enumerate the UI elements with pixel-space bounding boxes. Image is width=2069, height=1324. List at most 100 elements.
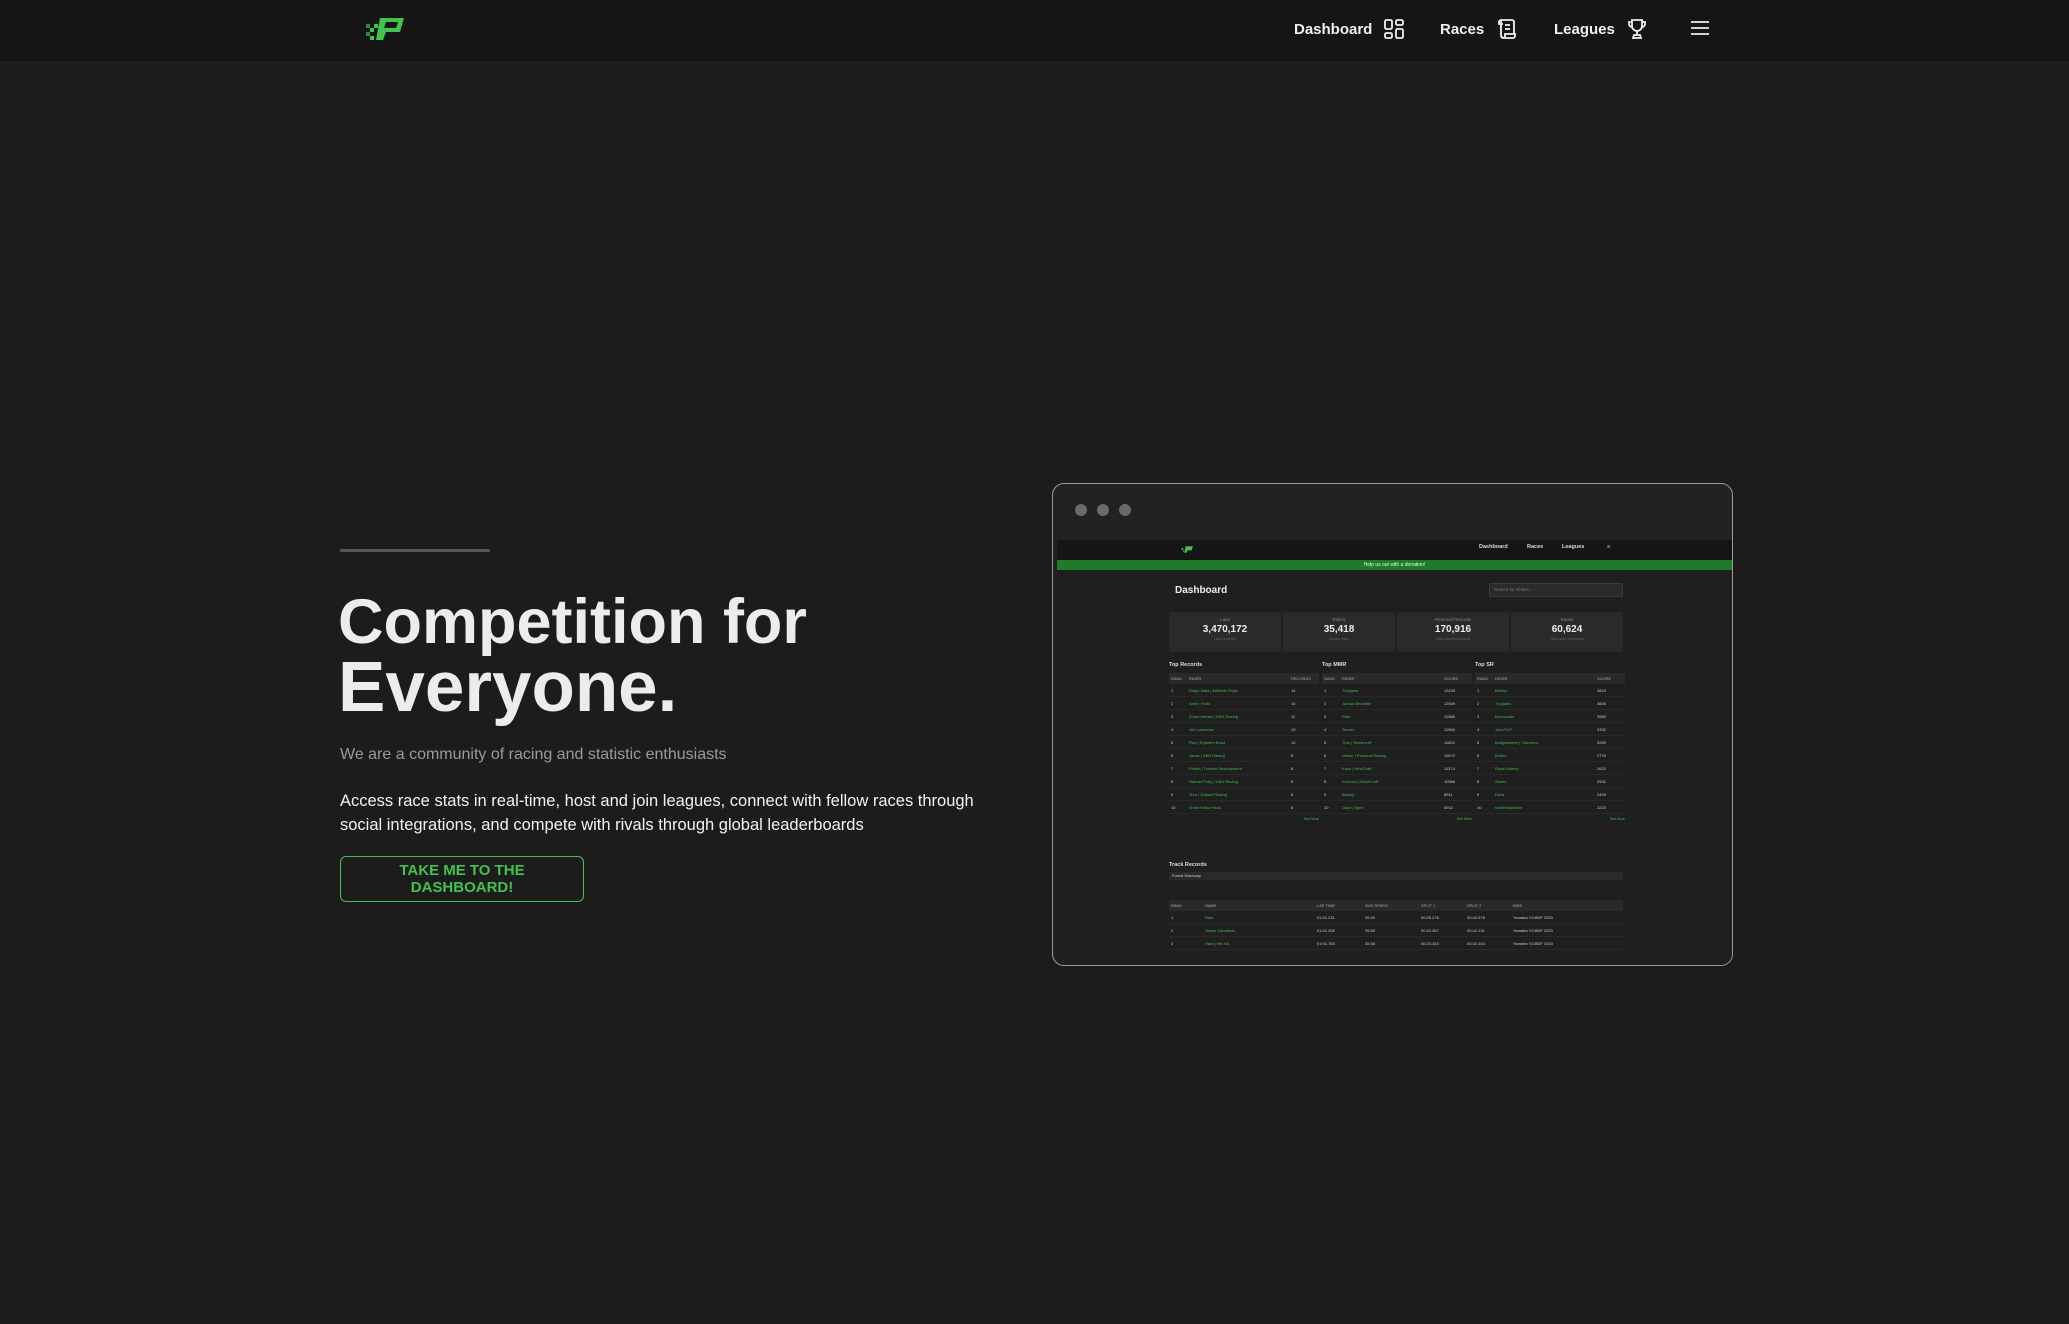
row-value: 11988 (1444, 713, 1455, 719)
preview-table-header: RANK RIDER RECORDS (1169, 673, 1319, 684)
preview-table-header: RANK RIDER SCORE (1475, 673, 1625, 684)
row-value: 8 (1291, 765, 1294, 771)
table-row: 4 Tanner 11984 (1322, 723, 1472, 736)
row-value: 8 (1291, 752, 1294, 758)
hero-title-line1: Competition for (338, 587, 807, 657)
row-value: 11 (1291, 713, 1296, 719)
table-row: 4 Jack2047 3332 (1475, 723, 1625, 736)
row-rank: 5 (1171, 739, 1174, 745)
table-row: 8 Nathan Petry | LMG Racing 8 (1169, 775, 1319, 788)
preview-nav-dashboard: Dashboard (1479, 544, 1508, 550)
preview-table-title: Top SR (1475, 662, 1494, 668)
nav-leagues-label: Leagues (1554, 20, 1615, 38)
table-row: 5 Pica | Eystrem Brust 10 (1169, 736, 1319, 749)
hamburger-menu-icon[interactable] (1690, 18, 1710, 38)
preview-table-title: Top Records (1169, 662, 1203, 668)
table-row: 10 Dave | Apex 8912 (1322, 801, 1472, 814)
track-cell: 00:42.578 (1467, 914, 1485, 920)
row-rank: 1 (1171, 687, 1174, 693)
table-row: 6 Jacob | SBR Racing 8 (1169, 749, 1319, 762)
track-cell: 35.56 (1365, 940, 1376, 946)
table-row: 10 shelifettuclimbe 2223 (1475, 801, 1625, 814)
dashboard-grid-icon (1384, 19, 1405, 39)
row-rank: 6 (1171, 752, 1174, 758)
window-dot-1 (1075, 504, 1087, 516)
hero-title: Competition for Everyone. (338, 587, 1038, 724)
row-rank: 2 (1477, 700, 1480, 706)
track-cell: Rath (1205, 914, 1214, 920)
row-rank: 6 (1477, 752, 1480, 758)
hero-title-line2: Everyone. (338, 648, 678, 727)
row-rank: 3 (1477, 713, 1480, 719)
preview-table-title: Top MMR (1322, 662, 1347, 668)
col-header: SCORE (1597, 676, 1612, 681)
row-rank: 3 (1171, 713, 1174, 719)
logo-icon[interactable] (364, 15, 408, 43)
preview-stat-card: Races 60,624 Total races completed (1511, 612, 1623, 652)
col-header: SPLIT 2 (1467, 903, 1482, 908)
stat-value: 60,624 (1551, 624, 1583, 635)
row-rank: 9 (1171, 791, 1174, 797)
row-rank: 10 (1324, 804, 1329, 810)
preview-stat-card: Riders 35,418 Unique riders (1283, 612, 1395, 652)
table-row: 9 Tres | Vulkant Racing 8 (1169, 788, 1319, 801)
table-row: 7 Fredel | Trodent Development 8 (1169, 762, 1319, 775)
dashboard-cta-button[interactable]: TAKE ME TO THE DASHBOARD! (340, 856, 584, 902)
row-value: 3580 (1597, 713, 1606, 719)
row-rider: Binhop (1342, 791, 1355, 797)
nav-dashboard[interactable]: Dashboard (1294, 17, 1406, 41)
row-rank: 7 (1171, 765, 1174, 771)
preview-track-records-title: Track Records (1169, 862, 1207, 868)
track-table-header: RANK NAME LAP TIME AVG SPEED SPLIT 1 SPLIT 2 B… (1169, 900, 1623, 911)
preview-table-top-records: Top Records RANK RIDER RECORDS 1 Diogo M… (1169, 662, 1319, 821)
row-rider: Dave | Apex (1342, 804, 1364, 810)
row-value: 2532 (1597, 778, 1606, 784)
row-value: 10 (1291, 726, 1296, 732)
track-cell: 1 (1171, 914, 1174, 920)
row-rider: Bridbe (1495, 752, 1507, 758)
row-rank: 5 (1324, 739, 1327, 745)
row-rider: Nathan Petry | LMG Racing (1189, 778, 1238, 784)
row-rider: budgetsketer | Thunders (1495, 739, 1539, 745)
preview-table-top-sr: Top SR RANK RIDER SCORE 1 Binhop 3815 2 … (1475, 662, 1625, 821)
nav-leagues[interactable]: Leagues (1554, 17, 1649, 41)
stat-value: 170,916 (1434, 624, 1472, 635)
preview-track-table: RANK NAME LAP TIME AVG SPEED SPLIT 1 SPLIT 2 B… (1169, 900, 1623, 950)
col-header: RANK (1171, 903, 1183, 908)
table-row: 3 Zoran Mersel | LMG Racing 11 (1169, 710, 1319, 723)
row-rank: 9 (1477, 791, 1480, 797)
row-value: 8 (1291, 778, 1294, 784)
track-cell: 00:22.367 (1421, 927, 1439, 933)
row-rider: Tres | Skmtrocrft (1342, 739, 1372, 745)
track-cell: 01:01.765 (1317, 940, 1335, 946)
stat-label: Laps (1220, 617, 1230, 622)
col-header: AVG SPEED (1365, 903, 1388, 908)
row-rider: Tanner (1342, 726, 1355, 732)
stat-caption: Total personal records (1435, 637, 1471, 641)
col-header: RIDER (1342, 676, 1355, 681)
row-rank: 8 (1477, 778, 1480, 784)
track-cell: 35.65 (1365, 927, 1376, 933)
table-row: 10 Grant Fabio Hank 8 (1169, 801, 1319, 814)
hero-description: Access race stats in real-time, host and… (340, 792, 974, 834)
track-cell: 01:01.231 (1317, 914, 1335, 920)
row-value: 10568 (1444, 778, 1456, 784)
row-value: 3606 (1597, 700, 1606, 706)
row-value: 14 (1291, 700, 1296, 706)
track-cell: Verkor | Anatheis (1205, 927, 1236, 933)
row-value: 11820 (1444, 739, 1455, 745)
track-cell: 35.90 (1365, 914, 1376, 920)
row-rank: 1 (1477, 687, 1480, 693)
row-rider: Troyjams (1495, 700, 1512, 706)
col-header: LAP TIME (1317, 903, 1336, 908)
col-header: RANK (1324, 676, 1336, 681)
trophy-icon (1627, 19, 1646, 39)
row-rider: Pica | Eystrem Brust (1189, 739, 1226, 745)
nav-dashboard-label: Dashboard (1294, 20, 1373, 38)
nav-races[interactable]: Races (1440, 17, 1518, 41)
row-rank: 2 (1171, 700, 1174, 706)
track-cell: Yamaha YZ450F 2023 (1513, 940, 1553, 946)
row-rider: Royal Marmy (1495, 765, 1519, 771)
row-rider: shelifettuclimbe (1495, 804, 1523, 810)
see-more-link: See More (1609, 817, 1625, 821)
